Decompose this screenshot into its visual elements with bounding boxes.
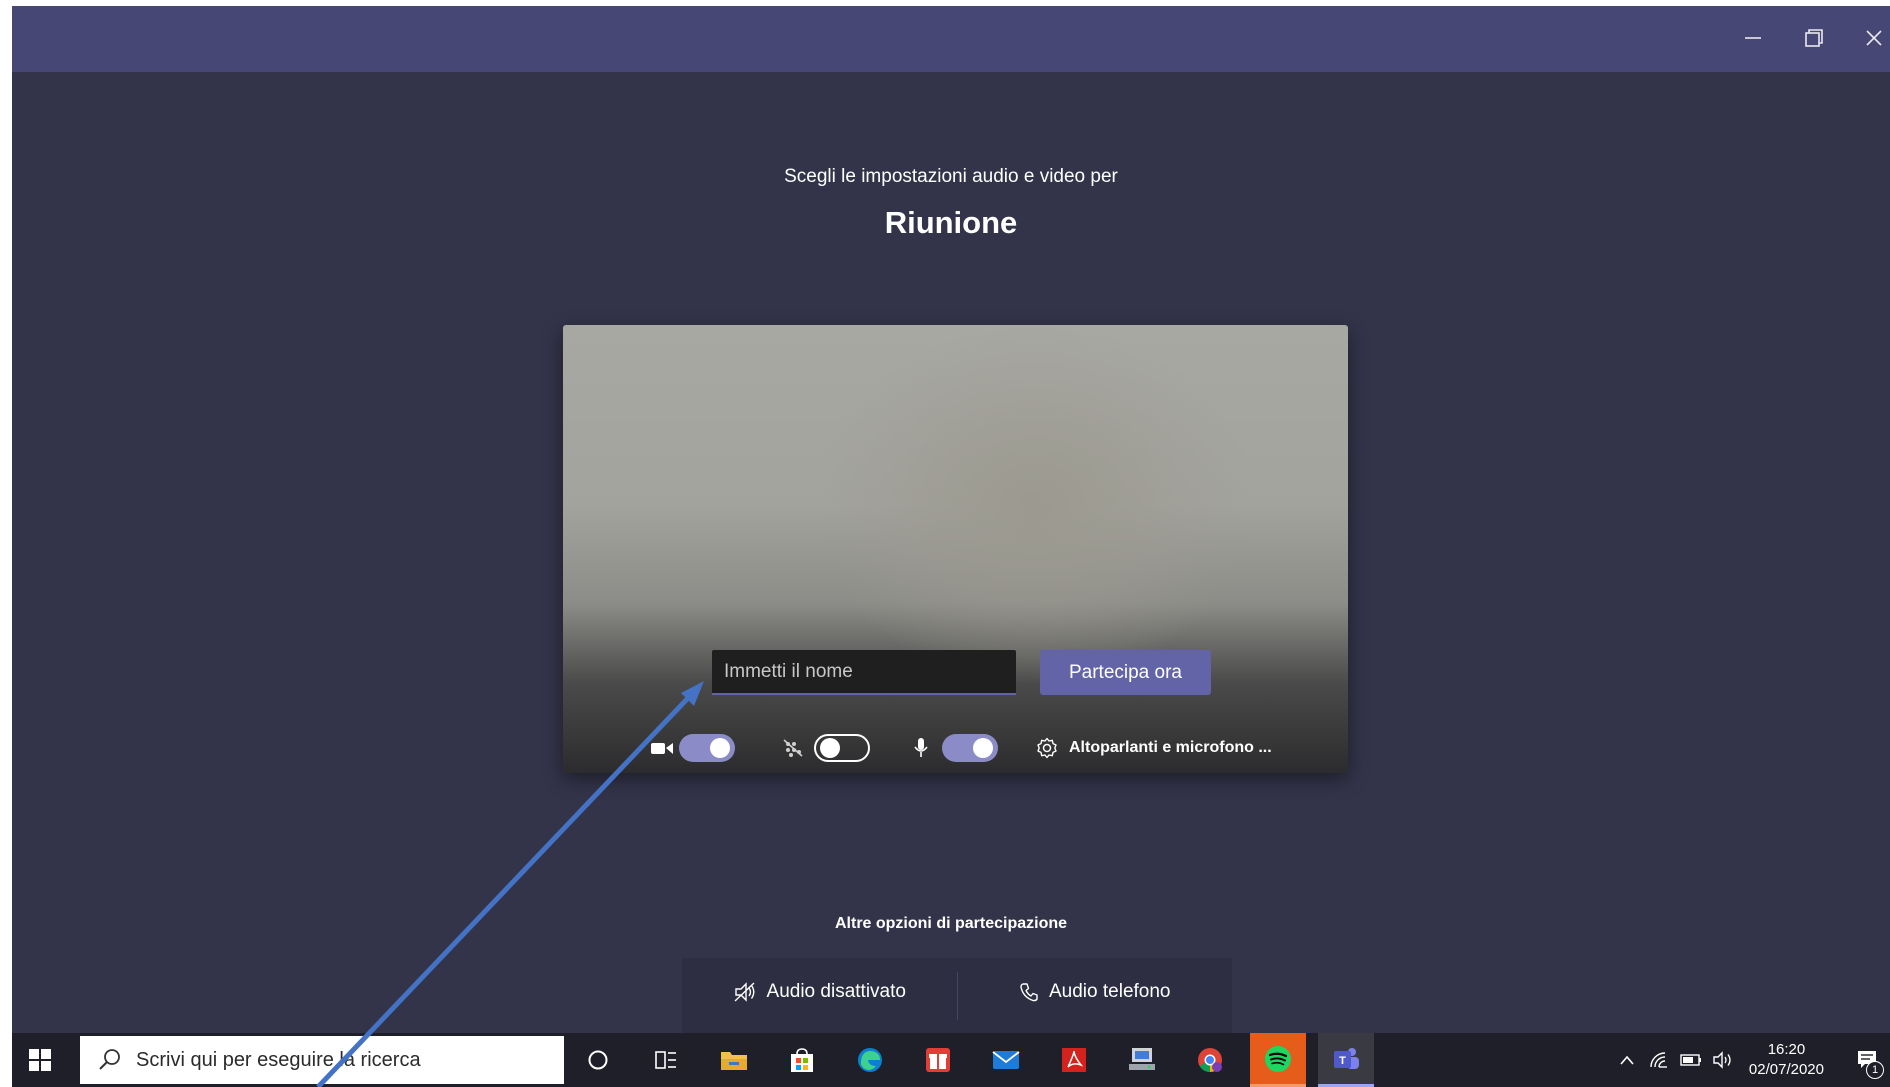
mail-icon: [992, 1051, 1020, 1069]
restore-icon: [1805, 29, 1823, 47]
volume-icon: [1713, 1051, 1731, 1069]
edge-icon: [858, 1048, 882, 1072]
start-button[interactable]: [12, 1033, 68, 1087]
chrome-button[interactable]: [1182, 1033, 1238, 1087]
gift-icon: [926, 1048, 950, 1072]
other-options-title: Altre opzioni di partecipazione: [834, 915, 1068, 932]
close-icon: [1866, 30, 1882, 46]
task-view-icon: [655, 1051, 676, 1069]
other-join-options: Audio disattivato Audio telefono: [682, 958, 1232, 1033]
desktop-screen: Scegli le impostazioni audio e video per…: [0, 0, 1890, 1087]
taskbar-search-placeholder: Scrivi qui per eseguire la ricerca: [136, 1048, 421, 1071]
device-settings-label: Altoparlanti e microfono ...: [1069, 739, 1272, 756]
meeting-title: Riunione: [884, 205, 1018, 240]
background-blur-control: [782, 734, 870, 762]
wifi-button[interactable]: [1643, 1033, 1675, 1087]
microphone-toggle[interactable]: [942, 734, 998, 762]
file-explorer-icon: [721, 1052, 747, 1070]
windows-logo-icon: [29, 1049, 51, 1071]
minimize-button[interactable]: [1731, 20, 1775, 56]
background-blur-toggle[interactable]: [814, 734, 870, 762]
microsoft-store-button[interactable]: [774, 1033, 830, 1087]
clock-date: 02/07/2020: [1748, 1061, 1824, 1078]
taskbar-clock[interactable]: 16:20 02/07/2020: [1749, 1040, 1824, 1080]
title-bar: [12, 6, 1890, 72]
edge-button[interactable]: [842, 1033, 898, 1087]
wifi-icon: [1650, 1052, 1667, 1068]
prejoin-prompt: Scegli le impostazioni audio e video per: [784, 166, 1118, 187]
cortana-icon: [588, 1050, 608, 1070]
search-icon: [99, 1049, 120, 1070]
task-view-button[interactable]: [638, 1033, 694, 1087]
microphone-control: [913, 734, 998, 762]
restore-button[interactable]: [1792, 20, 1836, 56]
file-explorer-button[interactable]: [706, 1033, 762, 1087]
acrobat-button[interactable]: [1046, 1033, 1102, 1087]
chevron-up-icon: [1620, 1055, 1634, 1065]
join-now-button[interactable]: Partecipa ora: [1040, 650, 1211, 695]
device-settings-button[interactable]: Altoparlanti e microfono ...: [1035, 732, 1272, 764]
cortana-button[interactable]: [570, 1033, 626, 1087]
volume-button[interactable]: [1707, 1033, 1739, 1087]
spotify-icon: [1265, 1045, 1291, 1072]
phone-icon: [1019, 982, 1039, 1002]
camera-icon: [650, 740, 674, 756]
audio-off-label: Audio disattivato: [766, 981, 906, 1002]
teams-window: Scegli le impostazioni audio e video per…: [12, 6, 1890, 1033]
camera-control: [650, 734, 735, 762]
video-preview: Partecipa ora: [563, 325, 1348, 773]
teams-icon: T: [1334, 1047, 1359, 1069]
spotify-button[interactable]: [1250, 1033, 1306, 1087]
battery-icon: [1680, 1054, 1701, 1066]
chrome-icon: [1198, 1048, 1222, 1072]
network-drive-icon: [1129, 1048, 1155, 1070]
name-input[interactable]: [712, 650, 1016, 695]
taskbar: Scrivi qui per eseguire la ricerca T 16:…: [12, 1033, 1890, 1087]
action-center-button[interactable]: 1: [1846, 1033, 1890, 1087]
taskbar-search-box[interactable]: Scrivi qui per eseguire la ricerca: [80, 1036, 564, 1084]
minimize-icon: [1745, 37, 1761, 39]
audio-off-option[interactable]: Audio disattivato: [682, 958, 957, 1033]
notification-count-badge: 1: [1866, 1061, 1884, 1079]
svg-text:T: T: [1339, 1055, 1346, 1067]
system-tray: 16:20 02/07/2020 1: [1611, 1033, 1890, 1087]
teams-button[interactable]: T: [1318, 1033, 1374, 1087]
mail-button[interactable]: [978, 1033, 1034, 1087]
microsoft-store-icon: [791, 1048, 813, 1072]
show-hidden-icons-button[interactable]: [1611, 1033, 1643, 1087]
close-button[interactable]: [1852, 20, 1890, 56]
acrobat-icon: [1062, 1048, 1086, 1072]
network-drive-button[interactable]: [1114, 1033, 1170, 1087]
speaker-muted-icon: [733, 981, 757, 1003]
background-blur-icon: [782, 738, 804, 758]
phone-audio-label: Audio telefono: [1049, 981, 1171, 1002]
microphone-icon: [913, 736, 929, 760]
clock-time: 16:20: [1767, 1041, 1806, 1058]
gift-app-button[interactable]: [910, 1033, 966, 1087]
phone-audio-option[interactable]: Audio telefono: [958, 958, 1233, 1033]
battery-button[interactable]: [1675, 1033, 1707, 1087]
camera-toggle[interactable]: [679, 734, 735, 762]
gear-icon: [1035, 736, 1059, 760]
